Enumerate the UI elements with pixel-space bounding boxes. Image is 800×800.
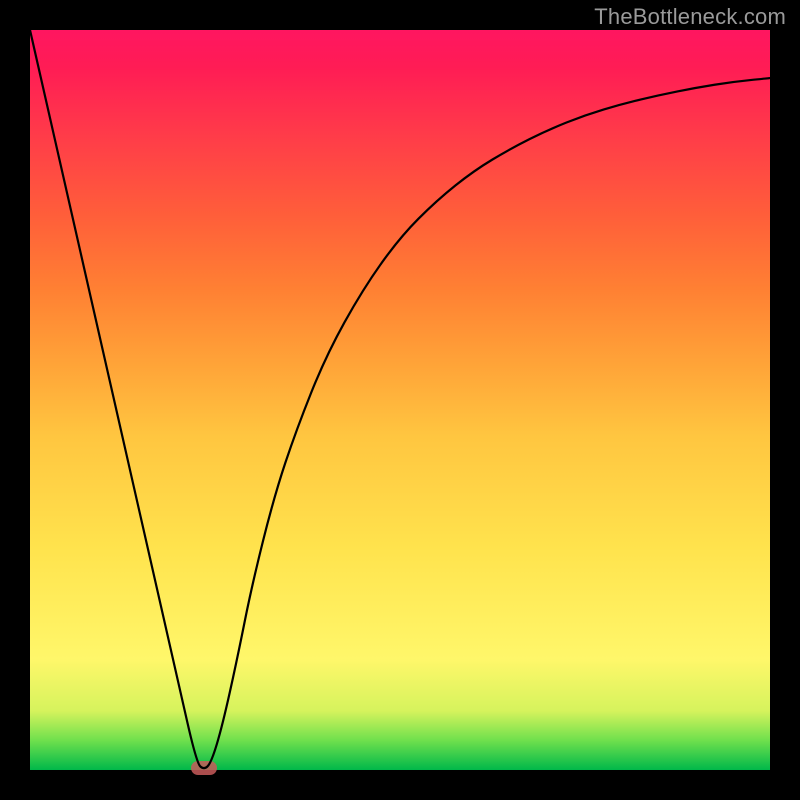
plot-area bbox=[30, 30, 770, 770]
chart-stage: TheBottleneck.com bbox=[0, 0, 800, 800]
minimum-marker bbox=[191, 761, 217, 775]
watermark-text: TheBottleneck.com bbox=[594, 4, 786, 30]
